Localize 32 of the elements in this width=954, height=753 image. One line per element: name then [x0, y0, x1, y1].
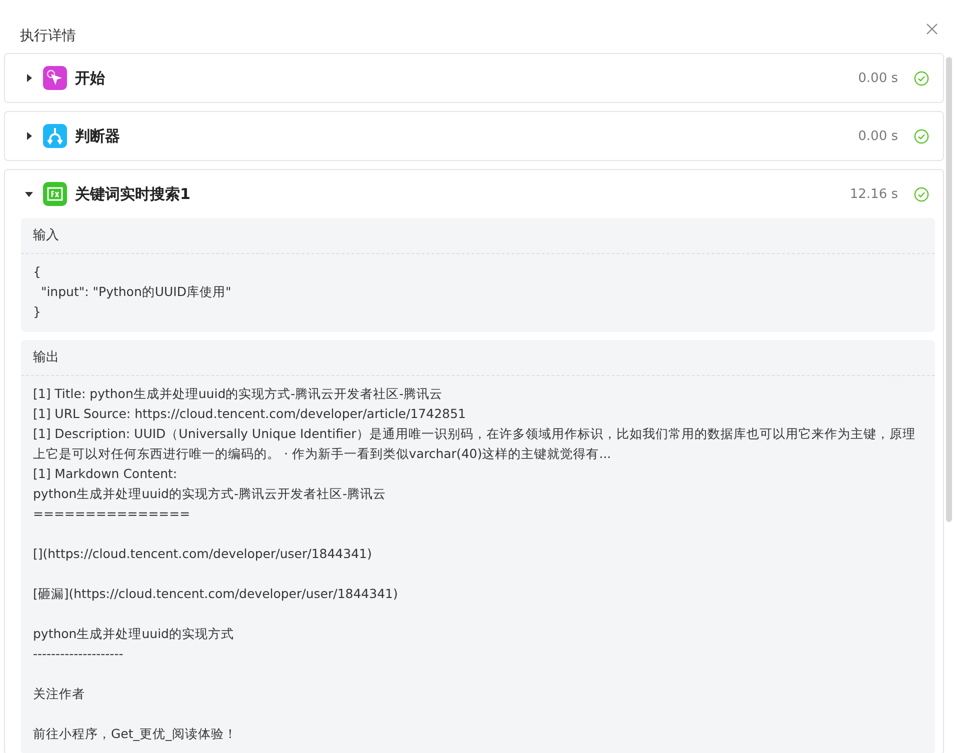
output-line: 前往小程序，Get_更优_阅读体验！ — [33, 725, 238, 743]
caret-icon[interactable] — [25, 190, 33, 198]
section-label: 输入 — [33, 228, 59, 243]
output-line: 关注作者 — [33, 685, 86, 703]
caret-icon[interactable] — [25, 74, 33, 82]
node-name[interactable]: 判断器 — [75, 126, 120, 146]
node-name[interactable]: 关键词实时搜索1 — [75, 184, 190, 204]
check-circle-icon — [914, 70, 929, 86]
duration-text: 0.00 s — [858, 128, 898, 144]
output-line: [砸漏](https://cloud.tencent.com/developer/user/1844341) — [33, 585, 399, 603]
dialog-title: 执行详情 — [20, 26, 76, 44]
output-line: python生成并处理uuid的实现方式 — [33, 625, 235, 643]
caret-icon[interactable] — [25, 132, 33, 140]
output-line: [1] Title: python生成并处理uuid的实现方式-腾讯云开发者社区-腾讯云 — [33, 385, 444, 403]
duration-text: 12.16 s — [850, 186, 898, 202]
duration-text: 0.00 s — [858, 70, 898, 86]
output-line: -------------------- — [33, 645, 124, 663]
scrollbar-thumb[interactable] — [946, 57, 952, 522]
output-line: python生成并处理uuid的实现方式-腾讯云开发者社区-腾讯云 — [33, 485, 387, 503]
check-circle-icon — [914, 186, 929, 202]
output-line: { — [33, 263, 42, 281]
check-circle-icon — [914, 128, 929, 144]
close-icon[interactable] — [926, 22, 938, 34]
output-line: } — [33, 303, 42, 321]
output-line: "input": "Python的UUID库使用" — [40, 283, 232, 301]
output-line: [1] Markdown Content: — [33, 465, 178, 483]
section-label: 输出 — [33, 350, 59, 365]
output-line: [1] Description: UUID（Universally Unique Identifier）是通用唯一识别码，在许多领域用作标识，比如我们常用的数据库也可以用它来作为主键，原理上它是可以对任何东西进行唯一的编码的。 · 作为新手一看到类似varchar(40)这样的主键就觉得有... — [33, 425, 916, 463]
node-name[interactable]: 开始 — [75, 68, 105, 88]
output-line: =============== — [33, 505, 192, 523]
output-line: [](https://cloud.tencent.com/developer/user/1844341) — [33, 545, 373, 563]
output-line: [1] URL Source: https://cloud.tencent.com/developer/article/1742851 — [33, 405, 467, 423]
